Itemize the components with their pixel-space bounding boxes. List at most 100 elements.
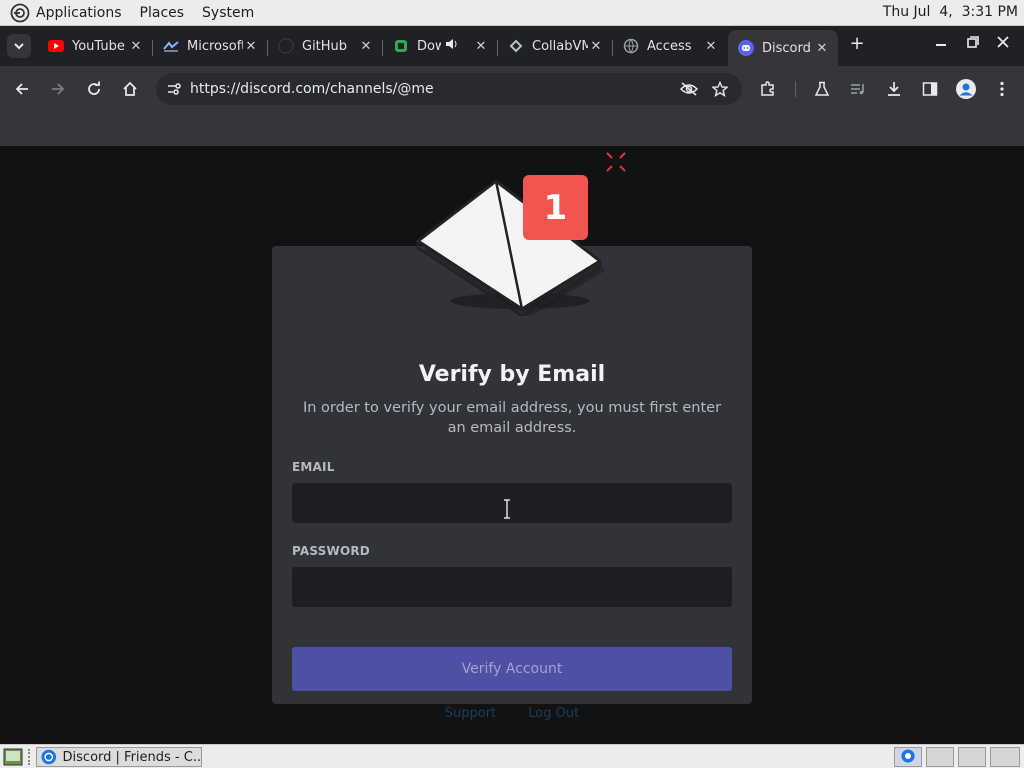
close-tab-icon[interactable]: ✕	[358, 39, 374, 54]
eye-off-icon[interactable]	[680, 81, 698, 97]
close-tab-icon[interactable]: ✕	[814, 41, 830, 56]
email-field[interactable]	[292, 483, 732, 523]
back-button[interactable]	[10, 77, 34, 101]
collabvm-icon	[508, 38, 524, 54]
tab-search-button[interactable]	[7, 34, 31, 58]
chevron-down-icon	[14, 43, 24, 50]
discord-page: Verify by Email In order to verify your …	[0, 146, 1024, 744]
password-field[interactable]	[292, 567, 732, 607]
side-panel-button[interactable]	[918, 77, 942, 101]
home-button[interactable]	[118, 77, 142, 101]
playlist-icon	[851, 84, 864, 95]
show-desktop-icon[interactable]	[3, 748, 23, 766]
tab-strip: YouTube ✕ Microsoft ✕ GitHub ✕ Dow ✕ Col…	[0, 26, 1024, 66]
kebab-menu-icon	[1000, 81, 1004, 97]
downloads-button[interactable]	[882, 77, 906, 101]
tab-title: CollabVM	[532, 38, 588, 54]
support-link[interactable]: Support	[445, 706, 496, 721]
taskbar-window-button[interactable]: Discord | Friends - C...	[36, 747, 202, 767]
places-menu[interactable]: Places	[140, 5, 185, 21]
distro-logo-icon[interactable]	[10, 3, 30, 23]
new-tab-button[interactable]: +	[847, 33, 867, 54]
labs-button[interactable]	[810, 77, 834, 101]
microsoft-icon	[163, 38, 179, 54]
password-label: PASSWORD	[292, 544, 370, 558]
close-tab-icon[interactable]: ✕	[128, 39, 144, 54]
media-button[interactable]	[846, 77, 870, 101]
bottom-panel: Discord | Friends - C...	[0, 744, 1024, 768]
close-icon	[997, 36, 1009, 48]
tab-discord[interactable]: Discord ✕	[728, 30, 838, 66]
home-icon	[123, 81, 137, 96]
taskbar-window-title: Discord | Friends - C...	[62, 749, 201, 765]
address-bar[interactable]: https://discord.com/channels/@me	[156, 73, 742, 105]
github-icon	[278, 38, 294, 54]
flask-icon	[814, 81, 830, 96]
panel-handle	[28, 749, 34, 765]
bookmarks-bar	[0, 112, 1024, 146]
tab-title: Microsoft	[187, 38, 243, 54]
youtube-icon	[48, 38, 64, 54]
profile-button[interactable]	[954, 77, 978, 101]
notification-badge: 1	[523, 175, 588, 240]
tab-title: GitHub	[302, 38, 348, 54]
workspace-3[interactable]	[958, 747, 986, 767]
close-tab-icon[interactable]: ✕	[243, 39, 259, 54]
sparkle-icon	[606, 152, 626, 172]
tab-microsoft[interactable]: Microsoft ✕	[153, 32, 267, 60]
discord-icon	[738, 40, 754, 56]
verify-account-button[interactable]: Verify Account	[292, 647, 732, 691]
tab-youtube[interactable]: YouTube ✕	[38, 32, 152, 60]
close-tab-icon[interactable]: ✕	[588, 39, 604, 54]
system-menu[interactable]: System	[202, 5, 254, 21]
arrow-right-icon	[52, 83, 65, 95]
workspace-4[interactable]	[990, 747, 1020, 767]
puzzle-icon	[761, 81, 774, 96]
clock[interactable]: Thu Jul 4, 3:31 PM	[883, 4, 1018, 20]
modal-description: In order to verify your email address, y…	[302, 400, 722, 436]
reload-button[interactable]	[82, 77, 106, 101]
chrome-icon	[41, 749, 57, 765]
tab-title: Discord	[762, 40, 811, 56]
modal-title: Verify by Email	[418, 362, 606, 387]
browser-toolbar: https://discord.com/channels/@me	[0, 66, 1024, 112]
minimize-icon	[936, 44, 946, 46]
bookmark-star-icon[interactable]	[712, 81, 728, 97]
side-panel-icon	[922, 82, 938, 96]
download-icon	[888, 82, 900, 96]
minimize-button[interactable]	[931, 36, 951, 52]
tab-collabvm[interactable]: CollabVM ✕	[498, 32, 612, 60]
chrome-icon	[901, 749, 915, 763]
tab-access[interactable]: Access ✕	[613, 32, 727, 60]
restore-icon	[967, 36, 979, 48]
forward-button[interactable]	[46, 77, 70, 101]
reload-icon	[88, 81, 100, 95]
site-settings-icon[interactable]	[166, 81, 182, 97]
applications-menu[interactable]: Applications	[36, 5, 122, 21]
close-tab-icon[interactable]: ✕	[703, 39, 719, 54]
close-tab-icon[interactable]: ✕	[473, 39, 489, 54]
restore-button[interactable]	[963, 36, 983, 52]
speaker-icon[interactable]	[441, 37, 473, 55]
text-cursor-icon	[504, 499, 510, 519]
tab-github[interactable]: GitHub ✕	[268, 32, 382, 60]
top-panel: Applications Places System Thu Jul 4, 3:…	[0, 0, 1024, 26]
menu-button[interactable]	[990, 77, 1014, 101]
workspace-2[interactable]	[926, 747, 954, 767]
globe-icon	[623, 38, 639, 54]
close-window-button[interactable]	[993, 36, 1013, 52]
arrow-left-icon	[15, 83, 28, 95]
tab-title: Dow	[417, 38, 441, 54]
url-text[interactable]: https://discord.com/channels/@me	[190, 81, 680, 97]
download-app-icon	[393, 38, 409, 54]
workspace-1[interactable]	[894, 747, 922, 767]
avatar-icon	[956, 79, 976, 99]
tab-title: YouTube	[72, 38, 125, 54]
footer-links: Support Log Out	[0, 706, 1024, 721]
tab-title: Access	[647, 38, 692, 54]
toolbar-divider	[795, 81, 796, 97]
logout-link[interactable]: Log Out	[528, 706, 579, 721]
extensions-button[interactable]	[756, 77, 780, 101]
tab-download[interactable]: Dow ✕	[383, 32, 497, 60]
email-label: EMAIL	[292, 460, 335, 474]
